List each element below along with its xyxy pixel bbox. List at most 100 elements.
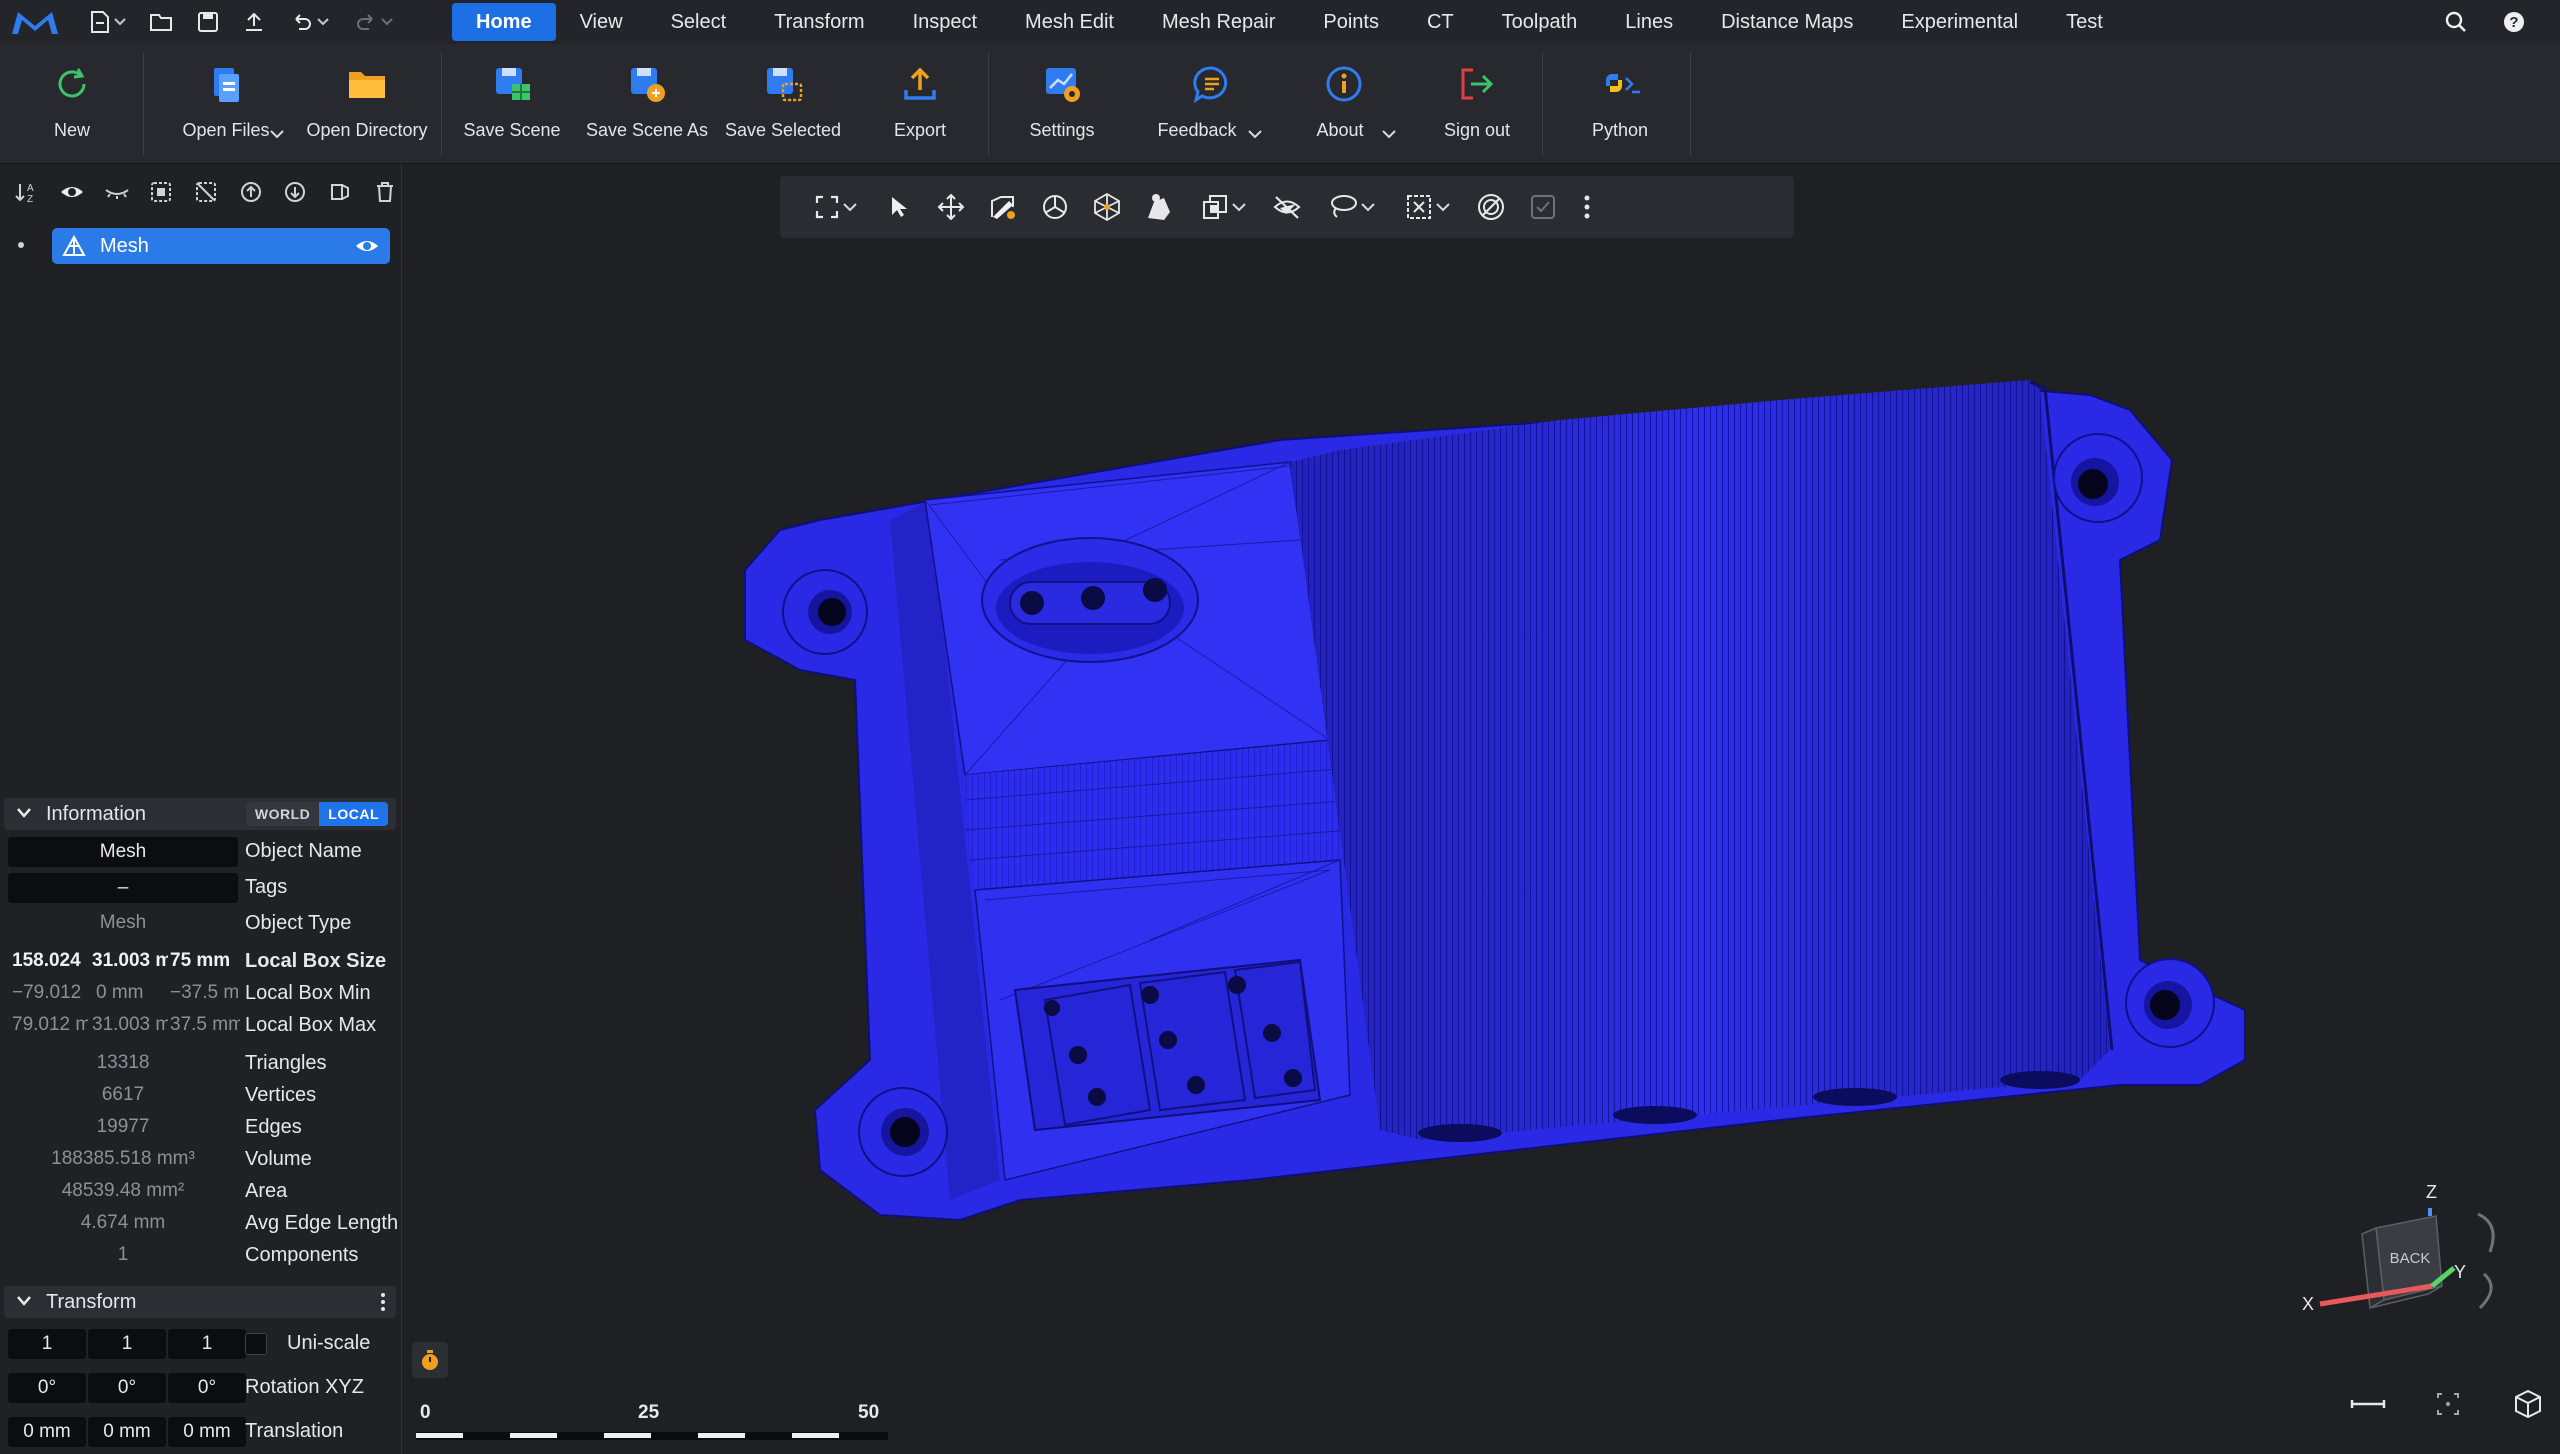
select-all-icon xyxy=(151,182,172,202)
select-all-button[interactable] xyxy=(144,174,179,210)
mesh-icon xyxy=(62,235,86,256)
tab-inspect[interactable]: Inspect xyxy=(889,3,1001,41)
tab-select[interactable]: Select xyxy=(647,3,751,41)
move-tool-button[interactable] xyxy=(928,185,974,229)
document-icon xyxy=(90,11,109,33)
tab-points[interactable]: Points xyxy=(1299,3,1403,41)
measure-button[interactable] xyxy=(2348,1384,2388,1424)
object-name-field[interactable]: Mesh xyxy=(8,837,238,867)
new-file-dropdown-button[interactable] xyxy=(76,4,138,40)
upload-button[interactable] xyxy=(232,4,276,40)
deselect-box-button[interactable] xyxy=(1392,185,1462,229)
save-button[interactable] xyxy=(186,4,230,40)
tab-mesh-repair[interactable]: Mesh Repair xyxy=(1138,3,1299,41)
scale-y-field[interactable]: 1 xyxy=(88,1329,166,1359)
tab-home[interactable]: Home xyxy=(452,3,556,41)
move-down-button[interactable] xyxy=(278,174,313,210)
scale-x-field[interactable]: 1 xyxy=(8,1329,86,1359)
feedback-button[interactable]: Feedback xyxy=(1148,44,1276,164)
undo-button[interactable] xyxy=(278,4,340,40)
area-label: Area xyxy=(245,1180,288,1202)
more-options-icon[interactable] xyxy=(380,1292,386,1312)
settings-button[interactable]: Settings xyxy=(1010,44,1114,164)
rotate-tool-button[interactable] xyxy=(1032,185,1078,229)
hide-all-button[interactable] xyxy=(99,174,134,210)
rotation-z-field[interactable]: 0° xyxy=(168,1373,246,1403)
timer-button[interactable] xyxy=(412,1342,448,1378)
shading-button[interactable] xyxy=(1136,185,1182,229)
lasso-button[interactable] xyxy=(1316,185,1386,229)
delete-button[interactable] xyxy=(367,174,402,210)
information-header[interactable]: Information WORLD LOCAL xyxy=(4,798,396,830)
move-up-button[interactable] xyxy=(233,174,268,210)
hide-faces-button[interactable] xyxy=(1264,185,1310,229)
transform-row-scale: 1 1 1 Uni-scale xyxy=(0,1326,402,1360)
mirror-button[interactable] xyxy=(323,174,358,210)
tab-lines[interactable]: Lines xyxy=(1601,3,1697,41)
object-name-label: Object Name xyxy=(245,840,362,862)
tree-item-mesh[interactable]: Mesh xyxy=(52,228,390,264)
redo-button[interactable] xyxy=(342,4,404,40)
eye-slash-icon xyxy=(1273,196,1301,219)
select-tool-button[interactable] xyxy=(876,185,922,229)
deselect-all-button[interactable] xyxy=(189,174,224,210)
open-directory-button[interactable]: Open Directory xyxy=(300,44,434,164)
translation-x-field[interactable]: 0 mm xyxy=(8,1417,86,1447)
help-button[interactable]: ? xyxy=(2492,4,2536,40)
information-title: Information xyxy=(46,803,147,825)
rotation-x-field[interactable]: 0° xyxy=(8,1373,86,1403)
python-button[interactable]: Python xyxy=(1570,44,1670,164)
fit-view-button[interactable] xyxy=(800,185,870,229)
projection-toggle-button[interactable] xyxy=(2508,1384,2548,1424)
python-label: Python xyxy=(1591,120,1649,140)
box-size-x: 158.024 xyxy=(12,950,81,971)
sign-out-button[interactable]: Sign out xyxy=(1430,44,1524,164)
tab-distance-maps[interactable]: Distance Maps xyxy=(1697,3,1877,41)
save-scene-as-button[interactable]: Save Scene As xyxy=(582,44,712,164)
translation-y-field[interactable]: 0 mm xyxy=(88,1417,166,1447)
tab-transform[interactable]: Transform xyxy=(750,3,888,41)
local-toggle[interactable]: LOCAL xyxy=(319,802,388,826)
tab-test[interactable]: Test xyxy=(2042,3,2127,41)
feedback-icon xyxy=(1193,66,1228,104)
uniscale-checkbox[interactable] xyxy=(245,1333,267,1355)
uniscale-label: Uni-scale xyxy=(287,1332,371,1354)
transform-header[interactable]: Transform xyxy=(4,1286,396,1318)
3d-viewport[interactable]: 0 25 50 BACK Z Y X xyxy=(402,164,2560,1454)
mirror-icon xyxy=(331,184,350,200)
tags-field[interactable]: – xyxy=(8,873,238,903)
new-button[interactable]: New xyxy=(20,44,124,164)
visibility-eye-icon[interactable] xyxy=(354,236,380,256)
search-button[interactable] xyxy=(2434,4,2478,40)
coordinate-toggle: WORLD LOCAL xyxy=(245,802,388,826)
sort-button[interactable]: AZ xyxy=(10,174,45,210)
save-selected-button[interactable]: Save Selected xyxy=(718,44,848,164)
about-button[interactable]: About xyxy=(1298,44,1408,164)
paint-tool-button[interactable] xyxy=(980,185,1026,229)
translation-z-field[interactable]: 0 mm xyxy=(168,1417,246,1447)
avg-edge-value: 4.674 mm xyxy=(80,1212,166,1233)
clear-selection-button[interactable] xyxy=(1468,185,1514,229)
tab-mesh-edit[interactable]: Mesh Edit xyxy=(1001,3,1138,41)
tab-experimental[interactable]: Experimental xyxy=(1877,3,2042,41)
save-scene-button[interactable]: Save Scene xyxy=(458,44,566,164)
chevron-down-icon xyxy=(113,18,126,26)
view-cube[interactable]: BACK Z Y X xyxy=(2300,1168,2540,1338)
rotation-y-field[interactable]: 0° xyxy=(88,1373,166,1403)
world-toggle[interactable]: WORLD xyxy=(245,802,320,826)
export-button[interactable]: Export xyxy=(870,44,970,164)
python-icon xyxy=(1606,74,1640,94)
viewport-more-button[interactable] xyxy=(1572,185,1602,229)
clone-button[interactable] xyxy=(1188,185,1258,229)
scale-z-field[interactable]: 1 xyxy=(168,1329,246,1359)
confirm-button[interactable] xyxy=(1520,185,1566,229)
open-files-button[interactable]: Open Files xyxy=(166,44,286,164)
tab-toolpath[interactable]: Toolpath xyxy=(1478,3,1602,41)
tab-view[interactable]: View xyxy=(556,3,647,41)
tab-ct[interactable]: CT xyxy=(1403,3,1478,41)
show-all-button[interactable] xyxy=(55,174,90,210)
wireframe-button[interactable] xyxy=(1084,185,1130,229)
orbit-center-button[interactable] xyxy=(2428,1384,2468,1424)
volume-label: Volume xyxy=(245,1148,312,1170)
open-folder-button[interactable] xyxy=(140,4,184,40)
